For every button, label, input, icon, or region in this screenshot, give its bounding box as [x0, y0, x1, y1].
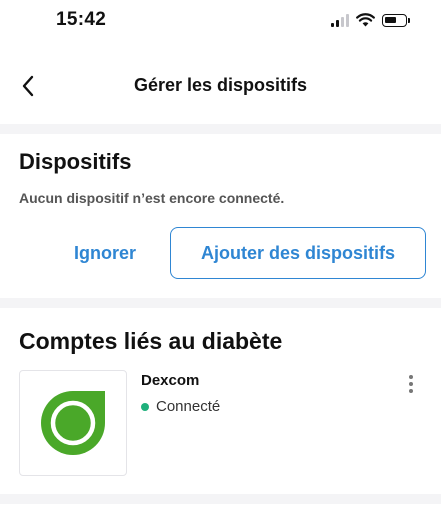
- battery-icon: [382, 13, 410, 27]
- wifi-icon: [356, 13, 375, 27]
- account-name[interactable]: Dexcom: [141, 372, 199, 389]
- more-vertical-icon[interactable]: [399, 370, 423, 398]
- account-status: Connecté: [141, 398, 220, 415]
- linked-accounts-card: Comptes liés au diabète Dexcom Connecté: [0, 308, 441, 494]
- ignore-button[interactable]: Ignorer: [60, 227, 150, 279]
- connected-status-dot: [141, 402, 149, 411]
- signal-icon: [331, 13, 349, 27]
- status-icons: [331, 11, 410, 29]
- devices-empty-message: Aucun dispositif n’est encore connecté.: [19, 190, 285, 206]
- status-time: 15:42: [56, 9, 107, 30]
- add-devices-button[interactable]: Ajouter des dispositifs: [170, 227, 426, 279]
- accounts-title: Comptes liés au diabète: [19, 328, 283, 354]
- devices-card: Dispositifs Aucun dispositif n’est encor…: [0, 134, 441, 298]
- account-status-label: Connecté: [156, 398, 221, 415]
- dexcom-logo-icon: [19, 370, 127, 476]
- nav-bar: Gérer les dispositifs: [0, 44, 441, 124]
- page-title: Gérer les dispositifs: [133, 75, 308, 95]
- next-section-card: [0, 504, 441, 512]
- devices-title: Dispositifs: [19, 149, 132, 174]
- status-bar: 15:42: [0, 0, 441, 44]
